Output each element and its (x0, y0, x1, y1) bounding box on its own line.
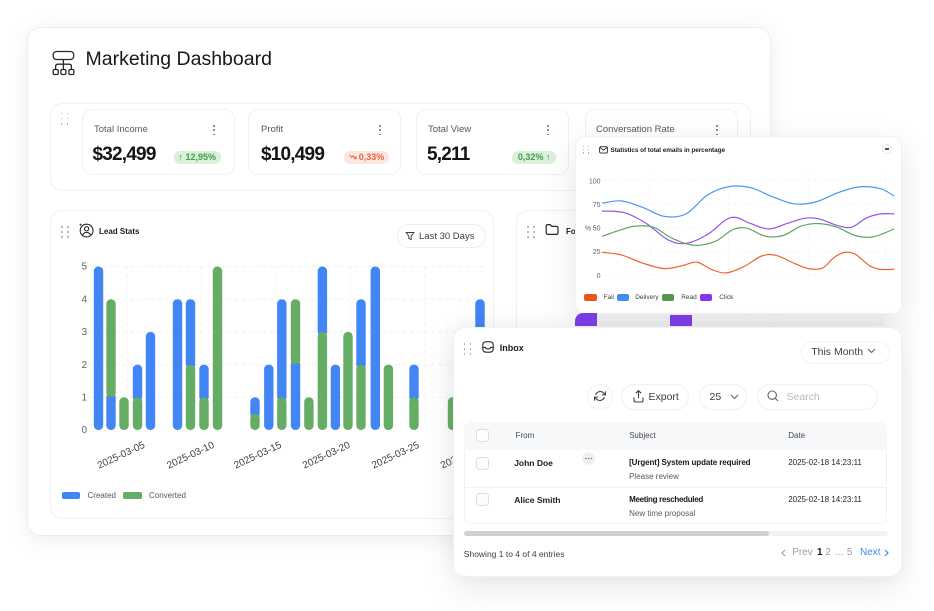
svg-text:4: 4 (81, 294, 87, 305)
svg-text:2025-03-10: 2025-03-10 (165, 440, 216, 472)
svg-text:5: 5 (81, 262, 87, 273)
svg-text:3: 3 (81, 327, 87, 338)
svg-text:2025-03-15: 2025-03-15 (232, 440, 283, 472)
svg-text:1: 1 (81, 393, 87, 404)
svg-text:0: 0 (81, 425, 87, 436)
svg-text:2025-03-05: 2025-03-05 (96, 440, 147, 472)
svg-text:2: 2 (81, 360, 87, 371)
svg-text:75: 75 (592, 201, 600, 208)
svg-text:100: 100 (588, 178, 600, 185)
svg-text:2025-03-20: 2025-03-20 (301, 440, 352, 472)
svg-text:0: 0 (596, 272, 600, 279)
svg-text:25: 25 (592, 249, 600, 256)
svg-text:50: 50 (592, 225, 600, 232)
svg-text:%: % (584, 225, 590, 232)
svg-text:2025-03-25: 2025-03-25 (370, 440, 421, 472)
